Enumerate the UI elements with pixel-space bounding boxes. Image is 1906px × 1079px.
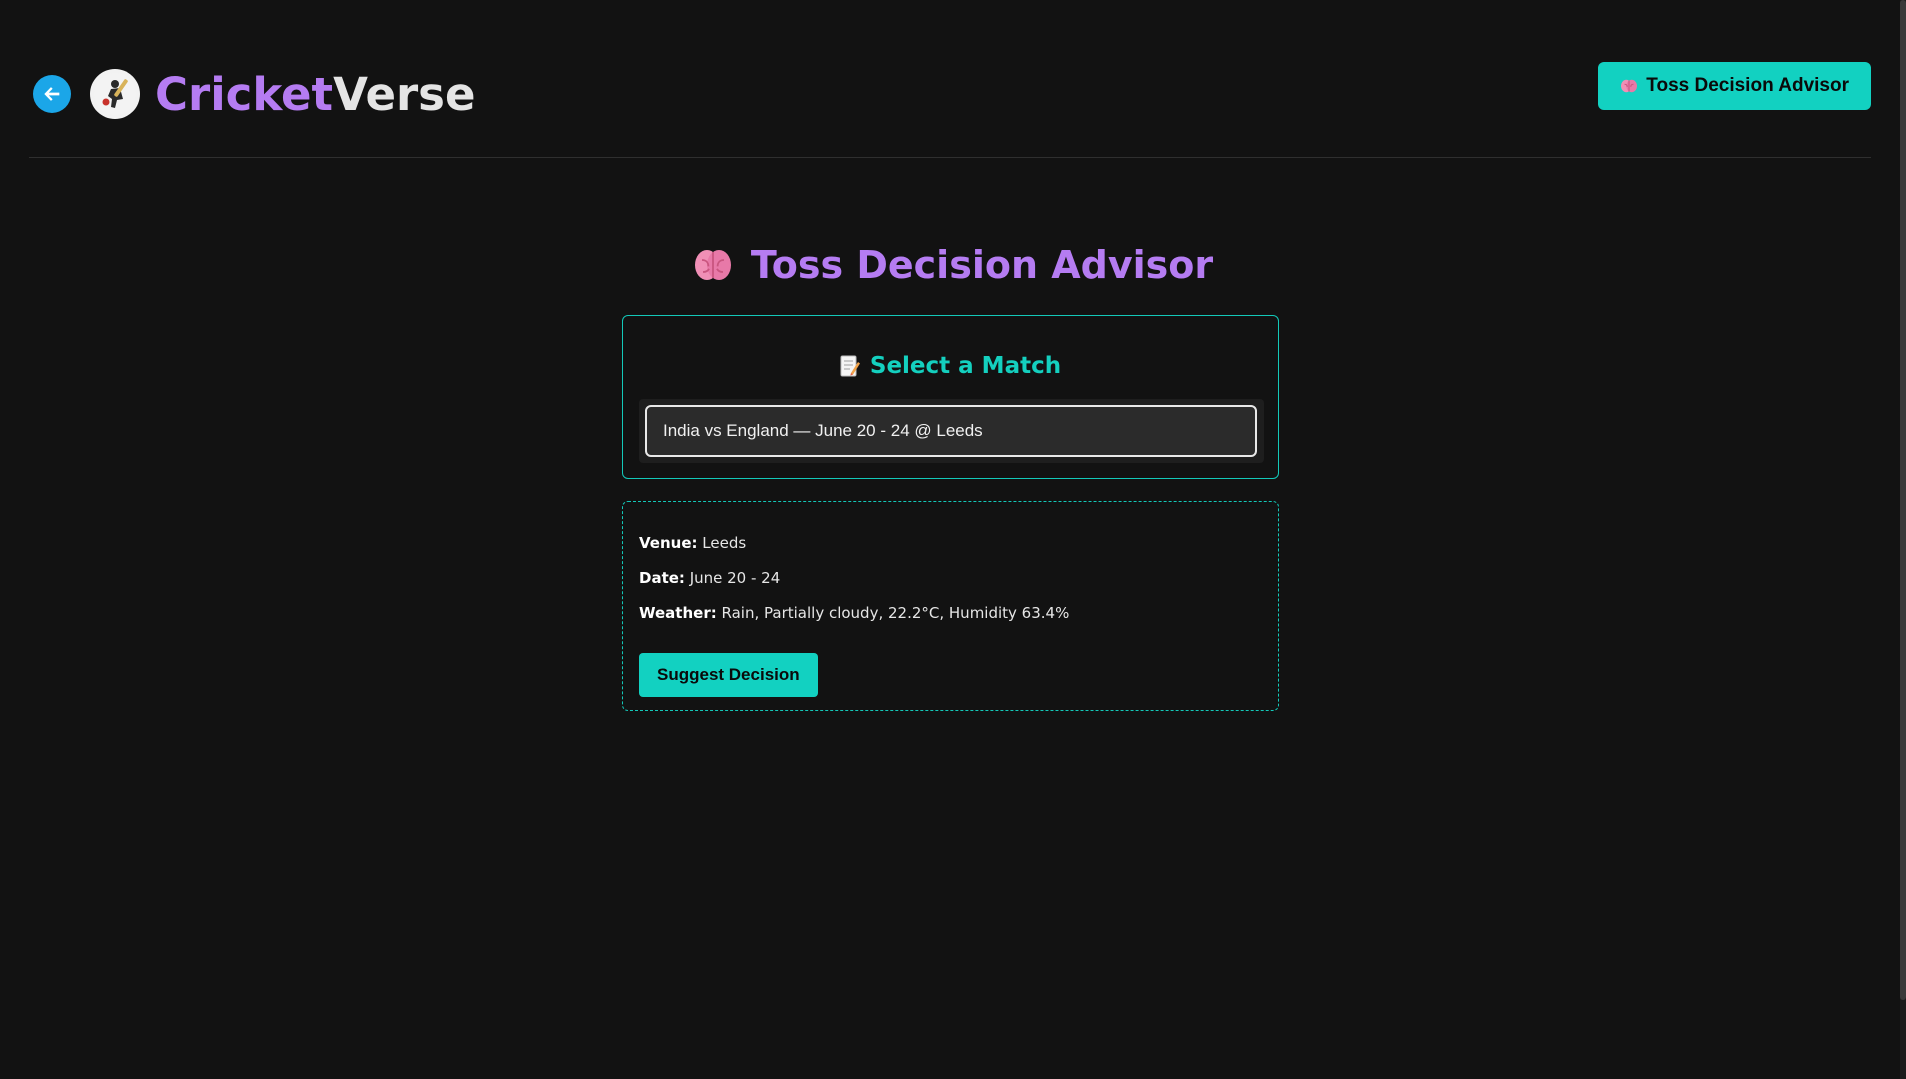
cricket-logo-icon	[90, 69, 140, 119]
date-label: Date:	[639, 569, 685, 587]
toss-advisor-nav-label: Toss Decision Advisor	[1646, 75, 1849, 96]
date-value: June 20 - 24	[689, 569, 781, 587]
select-match-heading-text: Select a Match	[869, 353, 1062, 379]
arrow-left-icon	[44, 87, 60, 101]
weather-line: Weather: Rain, Partially cloudy, 22.2°C,…	[639, 604, 1069, 622]
match-select[interactable]: India vs England — June 20 - 24 @ Leeds	[645, 405, 1257, 457]
suggest-decision-button[interactable]: Suggest Decision	[639, 653, 818, 697]
page-scrollbar[interactable]	[1900, 0, 1906, 1079]
page-title-text: Toss Decision Advisor	[750, 243, 1214, 287]
brand-name-part2: Verse	[333, 67, 476, 121]
weather-value: Rain, Partially cloudy, 22.2°C, Humidity…	[721, 604, 1070, 622]
match-info-card: Venue: Leeds Date: June 20 - 24 Weather:…	[622, 501, 1279, 711]
app-header: CricketVerse Toss Decision Advisor	[29, 55, 1871, 157]
match-select-wrapper: India vs England — June 20 - 24 @ Leeds	[639, 399, 1264, 463]
page-title: Toss Decision Advisor	[0, 243, 1906, 287]
brain-icon	[1620, 78, 1638, 94]
brand-name-part1: Cricket	[155, 67, 334, 121]
back-button[interactable]	[33, 75, 71, 113]
weather-label: Weather:	[639, 604, 717, 622]
toss-advisor-nav-button[interactable]: Toss Decision Advisor	[1598, 62, 1871, 110]
memo-icon	[840, 354, 860, 378]
header-divider	[29, 157, 1871, 158]
select-match-heading: Select a Match	[623, 353, 1278, 379]
date-line: Date: June 20 - 24	[639, 569, 780, 587]
match-select-card: Select a Match India vs England — June 2…	[622, 315, 1279, 479]
match-select-value: India vs England — June 20 - 24 @ Leeds	[663, 421, 983, 440]
brand-name: CricketVerse	[155, 68, 475, 121]
scrollbar-thumb[interactable]	[1900, 0, 1906, 1000]
venue-line: Venue: Leeds	[639, 534, 746, 552]
brand: CricketVerse	[29, 62, 475, 126]
brain-icon	[693, 247, 733, 283]
venue-label: Venue:	[639, 534, 698, 552]
page: CricketVerse Toss Decision Advisor Toss	[0, 0, 1906, 1079]
venue-value: Leeds	[702, 534, 747, 552]
